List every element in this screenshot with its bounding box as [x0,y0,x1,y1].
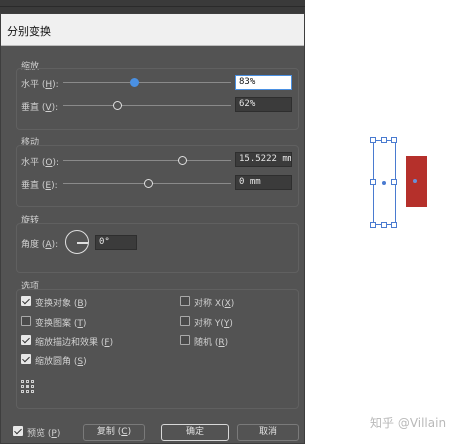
random-checkbox[interactable] [180,335,190,345]
move-horizontal-slider[interactable] [178,156,187,165]
scale-vertical-slider[interactable] [113,101,122,110]
move-vertical-input[interactable]: 0 mm [235,175,292,190]
transform-each-dialog: 分别变换 缩放 水平 (H): 83% 垂直 (V): 62% 移动 水平 (O… [0,13,305,444]
reflect-x-checkbox[interactable] [180,296,190,306]
scale-horizontal-input[interactable]: 83% [235,75,292,90]
scale-horizontal-track [63,82,231,83]
preview-label[interactable]: 预览 (P) [27,426,60,439]
transform-patterns-label[interactable]: 变换图案 (T) [35,316,86,329]
move-horizontal-track [63,160,231,161]
resize-handle-bottom-center[interactable] [381,222,387,228]
scale-horizontal-label: 水平 (H): [21,80,59,90]
cancel-button[interactable]: 取消 [237,424,299,441]
scale-vertical-track [63,105,231,106]
angle-label: 角度 (A): [21,240,59,250]
scale-vertical-label: 垂直 (V): [21,103,59,113]
red-rectangle-object[interactable] [406,156,427,207]
transform-objects-checkbox[interactable] [21,296,31,306]
scale-vertical-input[interactable]: 62% [235,97,292,112]
object-center-point [413,179,417,183]
app-top-strip [0,0,305,13]
resize-handle-middle-right[interactable] [391,179,397,185]
scale-corners-checkbox[interactable] [21,354,31,364]
resize-handle-top-left[interactable] [370,137,376,143]
transform-objects-label[interactable]: 变换对象 (B) [35,296,87,309]
preview-checkbox[interactable] [13,426,23,436]
selection-center-point [382,181,386,185]
scale-strokes-checkbox[interactable] [21,335,31,345]
ok-button[interactable]: 确定 [161,424,229,441]
dialog-title: 分别变换 [7,25,51,38]
reflect-x-label[interactable]: 对称 X(X) [194,296,234,309]
random-label[interactable]: 随机 (R) [194,335,228,348]
dialog-titlebar[interactable]: 分别变换 [1,14,304,46]
watermark: 知乎 @Villain [370,416,447,430]
reference-point-icon[interactable] [21,380,35,394]
scale-corners-label[interactable]: 缩放圆角 (S) [35,354,87,367]
move-horizontal-label: 水平 (O): [21,158,60,168]
reflect-y-checkbox[interactable] [180,316,190,326]
angle-input[interactable]: 0° [95,235,137,250]
move-horizontal-input[interactable]: 15.5222 mm [235,152,292,167]
resize-handle-bottom-left[interactable] [370,222,376,228]
resize-handle-middle-left[interactable] [370,179,376,185]
resize-handle-bottom-right[interactable] [391,222,397,228]
reflect-y-label[interactable]: 对称 Y(Y) [194,316,233,329]
scale-strokes-label[interactable]: 缩放描边和效果 (F) [35,335,113,348]
copy-button[interactable]: 复制 (C) [83,424,145,441]
move-vertical-label: 垂直 (E): [21,181,58,191]
resize-handle-top-center[interactable] [381,137,387,143]
transform-patterns-checkbox[interactable] [21,316,31,326]
rotate-group [16,223,299,273]
angle-dial[interactable] [65,230,89,254]
scale-horizontal-slider[interactable] [130,78,139,87]
resize-handle-top-right[interactable] [391,137,397,143]
move-vertical-slider[interactable] [144,179,153,188]
